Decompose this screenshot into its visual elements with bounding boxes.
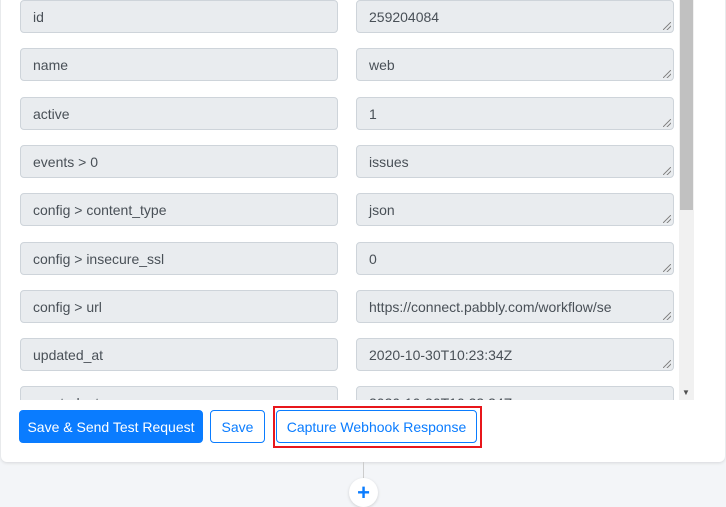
field-row: created_at 2020-10-30T10:23:34Z (1, 386, 694, 400)
field-row: name web (1, 48, 694, 82)
field-row: active 1 (1, 96, 694, 130)
resize-grip-icon[interactable] (663, 263, 671, 272)
scroll-down-arrow-icon[interactable]: ▼ (682, 388, 690, 397)
resize-grip-icon[interactable] (663, 118, 671, 127)
resize-grip-icon[interactable] (663, 311, 671, 320)
field-key[interactable]: events > 0 (20, 144, 338, 178)
resize-grip-icon[interactable] (663, 360, 671, 369)
field-value[interactable]: 1 (356, 96, 674, 130)
resize-grip-icon[interactable] (663, 70, 671, 79)
field-value-text: 259204084 (369, 9, 440, 25)
field-value[interactable]: 259204084 (356, 0, 674, 33)
field-value-text: 0 (369, 250, 377, 267)
add-step-button[interactable]: + (349, 478, 378, 507)
capture-webhook-response-button[interactable]: Capture Webhook Response (276, 410, 477, 443)
field-value[interactable]: web (356, 48, 674, 82)
field-value[interactable]: https://connect.pabbly.com/workflow/se (356, 289, 674, 323)
field-row: id 259204084 (1, 0, 694, 33)
field-value-text: json (369, 202, 395, 219)
save-send-test-request-button[interactable]: Save & Send Test Request (19, 410, 203, 443)
fields-scroll-area[interactable]: id 259204084 name web active 1 events > 0 i… (1, 0, 694, 400)
field-value-text: issues (369, 153, 409, 170)
field-row: config > content_type json (1, 193, 694, 227)
field-value-text: 2020-10-30T10:23:34Z (369, 347, 513, 364)
field-key[interactable]: name (20, 48, 338, 82)
field-value-text: web (369, 57, 395, 74)
field-value-text: 1 (369, 105, 377, 122)
field-key[interactable]: config > insecure_ssl (20, 241, 338, 275)
field-value[interactable]: issues (356, 144, 674, 178)
field-key[interactable]: created_at (20, 386, 338, 400)
save-button[interactable]: Save (210, 410, 265, 443)
resize-grip-icon[interactable] (663, 166, 671, 175)
field-value[interactable]: 2020-10-30T10:23:34Z (356, 338, 674, 372)
field-key[interactable]: updated_at (20, 338, 338, 372)
field-value[interactable]: json (356, 193, 674, 227)
field-key[interactable]: active (20, 96, 338, 130)
field-row: updated_at 2020-10-30T10:23:34Z (1, 338, 694, 372)
resize-grip-icon[interactable] (663, 22, 671, 30)
field-value-text: https://connect.pabbly.com/workflow/se (369, 298, 612, 315)
field-value-text: 2020-10-30T10:23:34Z (369, 395, 512, 400)
field-value[interactable]: 0 (356, 241, 674, 275)
field-value[interactable]: 2020-10-30T10:23:34Z (356, 386, 674, 400)
field-key[interactable]: id (20, 0, 338, 33)
field-row: events > 0 issues (1, 144, 694, 178)
resize-grip-icon[interactable] (663, 215, 671, 224)
field-key[interactable]: config > url (20, 289, 338, 323)
webhook-card: id 259204084 name web active 1 events > 0 i… (1, 0, 725, 462)
field-row: config > insecure_ssl 0 (1, 241, 694, 275)
scrollbar-thumb[interactable] (680, 0, 693, 210)
field-row: config > url https://connect.pabbly.com/… (1, 289, 694, 323)
field-key[interactable]: config > content_type (20, 193, 338, 227)
